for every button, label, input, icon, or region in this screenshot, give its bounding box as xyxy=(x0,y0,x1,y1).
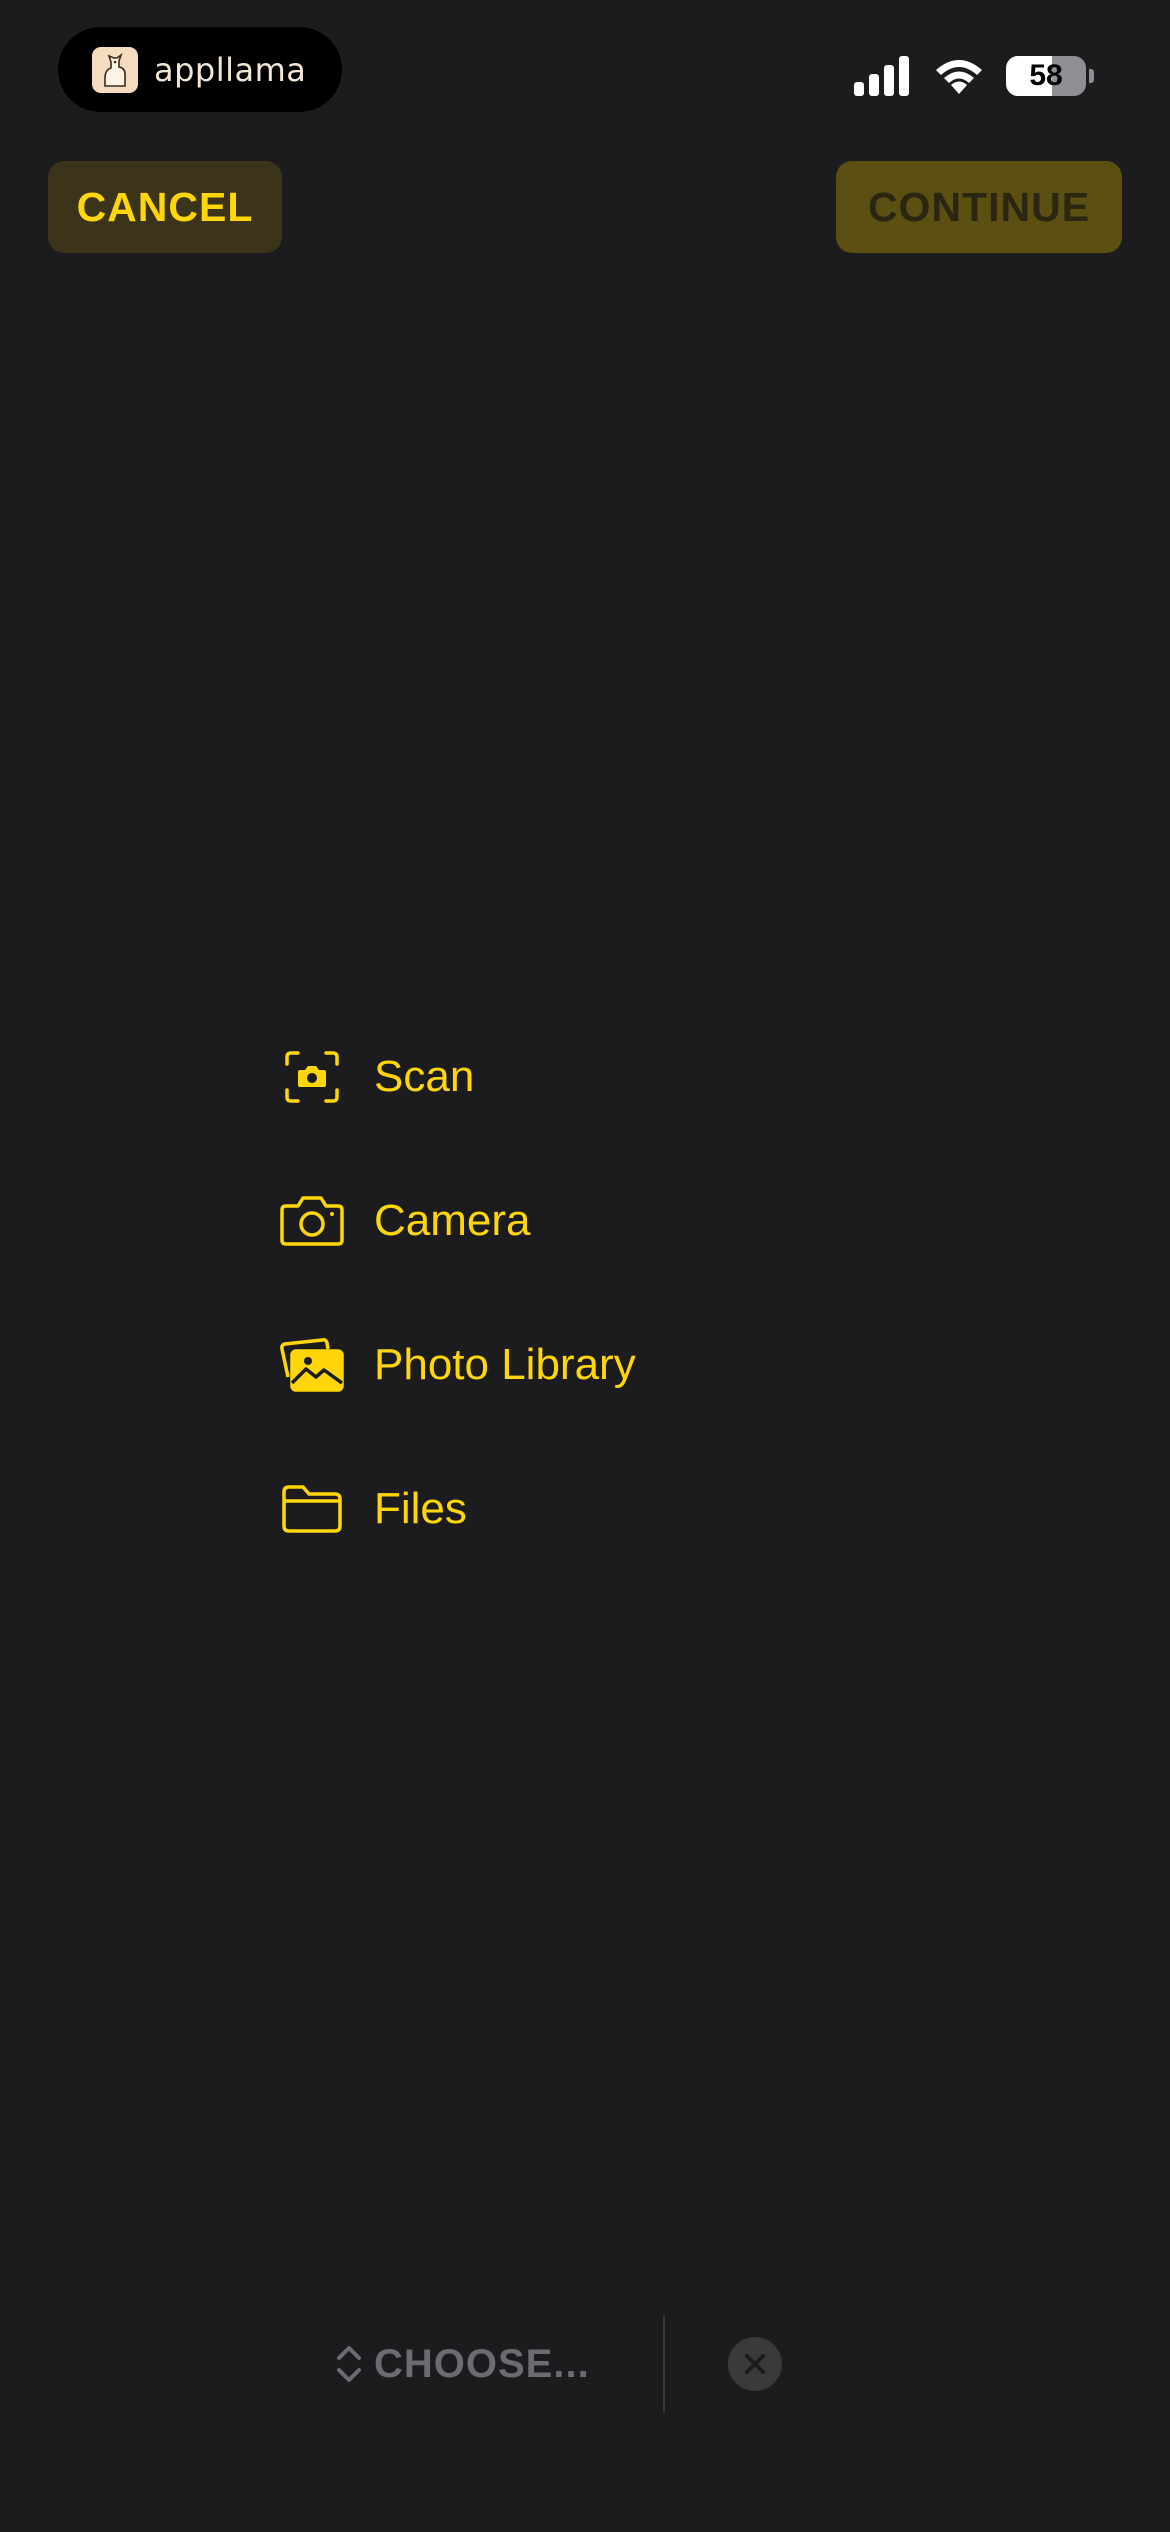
menu-item-photo-library[interactable]: Photo Library xyxy=(278,1293,636,1437)
app-name-label: appllama xyxy=(154,50,307,89)
choose-label: CHOOSE... xyxy=(374,2341,590,2386)
status-icons: 58 xyxy=(854,52,1094,100)
menu-item-camera[interactable]: Camera xyxy=(278,1149,636,1293)
menu-item-label: Scan xyxy=(374,1052,475,1101)
battery-percent: 58 xyxy=(1029,59,1063,92)
battery-tip xyxy=(1089,69,1094,83)
scan-camera-icon xyxy=(278,1043,346,1111)
camera-icon xyxy=(278,1187,346,1255)
clear-button[interactable] xyxy=(728,2337,782,2391)
close-icon xyxy=(745,2354,765,2374)
app-indicator-pill[interactable]: appllama xyxy=(58,27,342,112)
source-menu: Scan Camera Photo Library Files xyxy=(278,1005,636,1581)
folder-icon xyxy=(278,1475,346,1543)
photo-library-icon xyxy=(278,1331,346,1399)
bottom-divider xyxy=(663,2316,665,2412)
bottom-bar: CHOOSE... xyxy=(0,2316,1170,2412)
cellular-signal-icon xyxy=(854,56,909,96)
cancel-button[interactable]: CANCEL xyxy=(48,161,282,253)
chevron-up-down-icon xyxy=(334,2343,364,2385)
menu-item-scan[interactable]: Scan xyxy=(278,1005,636,1149)
menu-item-label: Photo Library xyxy=(374,1340,636,1389)
wifi-icon xyxy=(936,60,982,94)
menu-item-files[interactable]: Files xyxy=(278,1437,636,1581)
battery-indicator: 58 xyxy=(1006,56,1086,96)
menu-item-label: Files xyxy=(374,1484,467,1533)
choose-selector[interactable]: CHOOSE... xyxy=(334,2316,590,2412)
llama-logo-icon xyxy=(92,46,138,93)
continue-button[interactable]: CONTINUE xyxy=(836,161,1122,253)
menu-item-label: Camera xyxy=(374,1196,531,1245)
